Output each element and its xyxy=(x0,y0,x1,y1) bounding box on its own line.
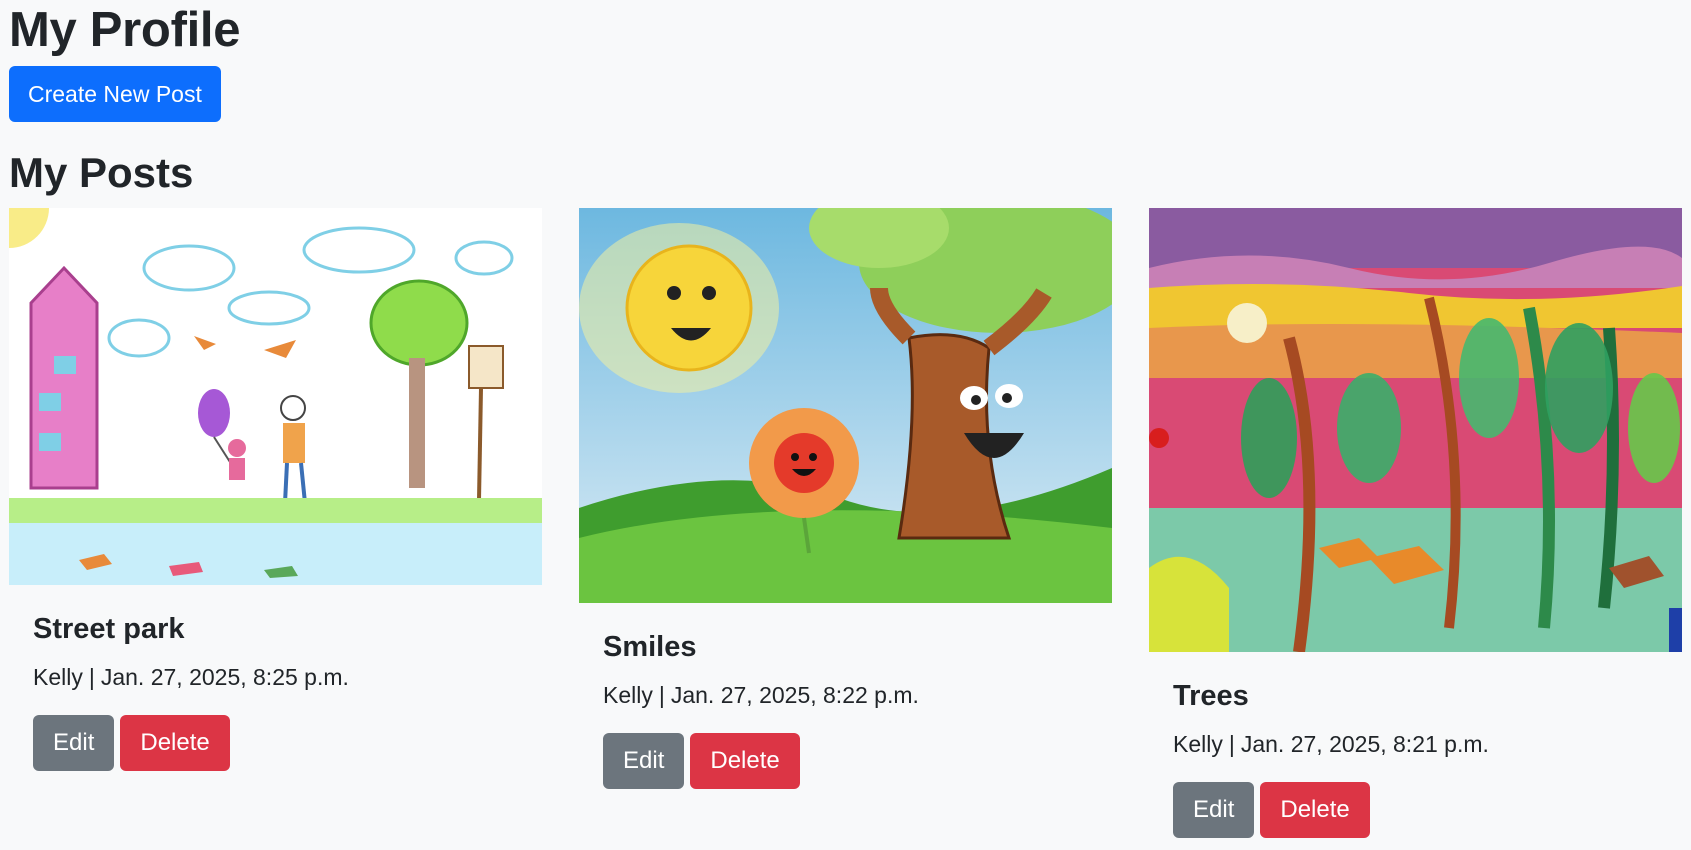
post-image-trees[interactable] xyxy=(1149,208,1682,652)
delete-post-button[interactable]: Delete xyxy=(1260,782,1370,838)
post-actions: Edit Delete xyxy=(603,733,1088,789)
post-card: Smiles Kelly | Jan. 27, 2025, 8:22 p.m. … xyxy=(579,208,1112,789)
post-date: Jan. 27, 2025, 8:25 p.m. xyxy=(100,664,349,690)
post-date: Jan. 27, 2025, 8:22 p.m. xyxy=(670,682,919,708)
post-image-street-park[interactable] xyxy=(9,208,542,585)
post-actions: Edit Delete xyxy=(1173,782,1658,838)
post-author: Kelly xyxy=(33,664,83,690)
post-card: Street park Kelly | Jan. 27, 2025, 8:25 … xyxy=(9,208,542,771)
post-card-body: Smiles Kelly | Jan. 27, 2025, 8:22 p.m. … xyxy=(579,603,1112,789)
edit-post-button[interactable]: Edit xyxy=(603,733,685,789)
meta-separator: | xyxy=(1228,731,1235,757)
post-author: Kelly xyxy=(1173,731,1223,757)
my-posts-heading: My Posts xyxy=(9,149,194,196)
post-title: Street park xyxy=(33,613,185,645)
create-new-post-button[interactable]: Create New Post xyxy=(9,66,221,122)
meta-separator: | xyxy=(88,664,95,690)
delete-post-button[interactable]: Delete xyxy=(120,715,230,771)
post-card: Trees Kelly | Jan. 27, 2025, 8:21 p.m. E… xyxy=(1149,208,1682,838)
post-date: Jan. 27, 2025, 8:21 p.m. xyxy=(1240,731,1489,757)
page-title: My Profile xyxy=(9,3,241,57)
post-meta: Kelly | Jan. 27, 2025, 8:25 p.m. xyxy=(33,664,518,691)
edit-post-button[interactable]: Edit xyxy=(1173,782,1255,838)
edit-post-button[interactable]: Edit xyxy=(33,715,115,771)
meta-separator: | xyxy=(658,682,665,708)
post-author: Kelly xyxy=(603,682,653,708)
post-card-body: Trees Kelly | Jan. 27, 2025, 8:21 p.m. E… xyxy=(1149,652,1682,838)
post-title: Trees xyxy=(1173,680,1249,712)
post-meta: Kelly | Jan. 27, 2025, 8:21 p.m. xyxy=(1173,731,1658,758)
post-meta: Kelly | Jan. 27, 2025, 8:22 p.m. xyxy=(603,682,1088,709)
post-title: Smiles xyxy=(603,631,697,663)
profile-page: My Profile Create New Post My Posts Stre… xyxy=(0,6,1691,850)
post-card-body: Street park Kelly | Jan. 27, 2025, 8:25 … xyxy=(9,585,542,771)
post-image-smiles[interactable] xyxy=(579,208,1112,603)
post-actions: Edit Delete xyxy=(33,715,518,771)
delete-post-button[interactable]: Delete xyxy=(690,733,800,789)
posts-grid: Street park Kelly | Jan. 27, 2025, 8:25 … xyxy=(9,208,1682,838)
